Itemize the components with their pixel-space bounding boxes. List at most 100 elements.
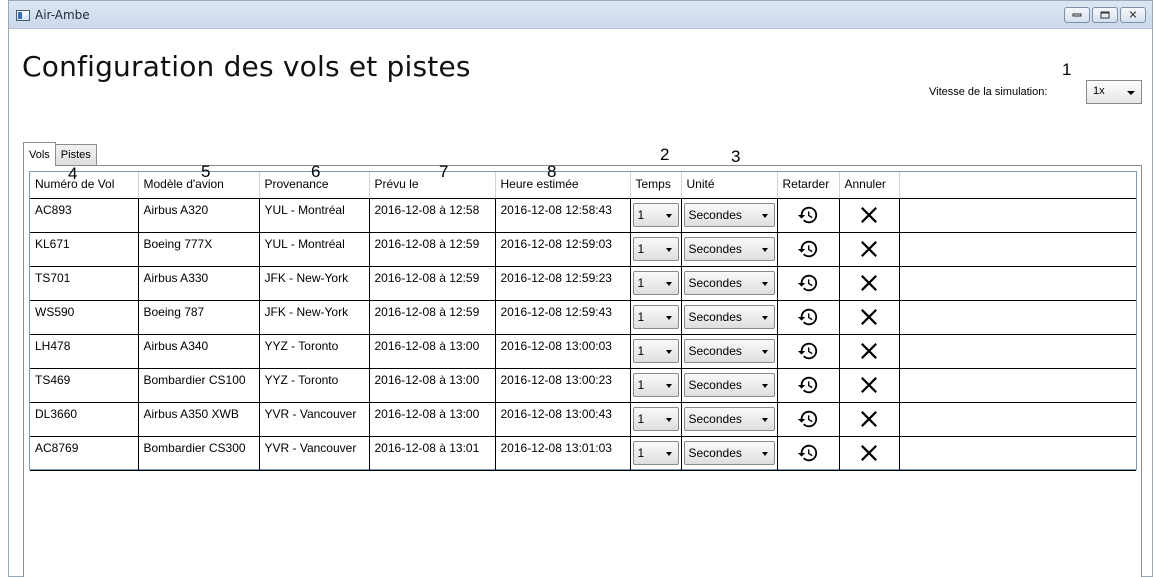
- cell-aircraft-model: Boeing 787: [138, 300, 260, 335]
- cell-cancel: [839, 436, 900, 471]
- time-select-value: 1: [637, 377, 645, 392]
- cell-flight-number: KL671: [30, 232, 139, 267]
- cell-unit: Secondes: [681, 436, 778, 471]
- close-x-icon[interactable]: [858, 444, 880, 467]
- cell-flight-number: AC8769: [30, 436, 139, 471]
- cell-delay: [777, 334, 840, 369]
- cell-cancel: [839, 368, 900, 403]
- time-select[interactable]: 1: [632, 270, 679, 295]
- cell-origin: YUL - Montréal: [259, 232, 370, 267]
- time-select[interactable]: 1: [632, 406, 679, 431]
- column-header-time[interactable]: Temps: [630, 172, 682, 199]
- close-x-icon[interactable]: [858, 410, 880, 433]
- simulation-speed-select[interactable]: 1x: [1086, 80, 1142, 104]
- cell-scheduled: 2016-12-08 à 13:00: [369, 402, 496, 437]
- cell-origin: YYZ - Toronto: [259, 368, 370, 403]
- cell-delay: [777, 300, 840, 335]
- history-icon[interactable]: [797, 206, 819, 229]
- app-icon: [16, 10, 30, 21]
- tab-pistes[interactable]: Pistes: [54, 144, 97, 166]
- column-header-filler: [899, 172, 1136, 199]
- chevron-down-icon: [761, 383, 768, 388]
- chevron-down-icon: [665, 247, 672, 252]
- close-x-icon[interactable]: [858, 206, 880, 229]
- close-x-icon[interactable]: [858, 376, 880, 399]
- column-header-aircraft-model[interactable]: Modèle d'avion: [138, 172, 260, 199]
- chevron-down-icon: [665, 451, 672, 456]
- history-icon[interactable]: [797, 376, 819, 399]
- time-select[interactable]: 1: [632, 338, 679, 363]
- cell-scheduled: 2016-12-08 à 13:00: [369, 368, 496, 403]
- unit-select[interactable]: Secondes: [683, 236, 775, 261]
- column-header-estimated-time[interactable]: Heure estimée: [495, 172, 631, 199]
- cell-scheduled: 2016-12-08 à 13:01: [369, 436, 496, 471]
- time-select-value: 1: [637, 207, 645, 222]
- time-select[interactable]: 1: [632, 304, 679, 329]
- cell-time: 1: [630, 198, 682, 233]
- annotation-8: 8: [547, 162, 557, 181]
- unit-select[interactable]: Secondes: [683, 440, 775, 465]
- close-button[interactable]: ✕: [1120, 7, 1146, 23]
- minimize-icon: [1072, 13, 1082, 17]
- cell-time: 1: [630, 436, 682, 471]
- cell-unit: Secondes: [681, 402, 778, 437]
- history-icon[interactable]: [797, 240, 819, 263]
- cell-aircraft-model: Bombardier CS300: [138, 436, 260, 471]
- simulation-speed-value: 1x: [1093, 85, 1105, 97]
- unit-select[interactable]: Secondes: [683, 406, 775, 431]
- unit-select[interactable]: Secondes: [683, 372, 775, 397]
- cell-time: 1: [630, 402, 682, 437]
- time-select-value: 1: [637, 309, 645, 324]
- cell-time: 1: [630, 368, 682, 403]
- cell-delay: [777, 232, 840, 267]
- column-header-scheduled[interactable]: Prévu le: [369, 172, 496, 199]
- cell-origin: JFK - New-York: [259, 266, 370, 301]
- history-icon[interactable]: [797, 308, 819, 331]
- close-x-icon[interactable]: [858, 240, 880, 263]
- history-icon[interactable]: [797, 342, 819, 365]
- cell-estimated-time: 2016-12-08 13:00:43: [495, 402, 631, 437]
- unit-select-value: Secondes: [688, 207, 742, 222]
- time-select[interactable]: 1: [632, 372, 679, 397]
- unit-select-value: Secondes: [688, 411, 742, 426]
- cell-delay: [777, 368, 840, 403]
- close-x-icon[interactable]: [858, 274, 880, 297]
- column-header-cancel[interactable]: Annuler: [839, 172, 900, 199]
- column-header-delay[interactable]: Retarder: [777, 172, 840, 199]
- history-icon[interactable]: [797, 444, 819, 467]
- cell-filler: [899, 334, 1136, 369]
- history-icon[interactable]: [797, 274, 819, 297]
- chevron-down-icon: [665, 281, 672, 286]
- cell-cancel: [839, 198, 900, 233]
- chevron-down-icon: [761, 315, 768, 320]
- minimize-button[interactable]: [1064, 7, 1090, 23]
- unit-select[interactable]: Secondes: [683, 202, 775, 227]
- close-x-icon[interactable]: [858, 342, 880, 365]
- time-select[interactable]: 1: [632, 202, 679, 227]
- unit-select-value: Secondes: [688, 309, 742, 324]
- cell-cancel: [839, 232, 900, 267]
- maximize-button[interactable]: [1092, 7, 1118, 23]
- cell-origin: JFK - New-York: [259, 300, 370, 335]
- cell-flight-number: DL3660: [30, 402, 139, 437]
- unit-select[interactable]: Secondes: [683, 304, 775, 329]
- cell-scheduled: 2016-12-08 à 12:58: [369, 198, 496, 233]
- column-header-unit[interactable]: Unité: [681, 172, 778, 199]
- time-select[interactable]: 1: [632, 440, 679, 465]
- unit-select-value: Secondes: [688, 275, 742, 290]
- chevron-down-icon: [761, 281, 768, 286]
- time-select[interactable]: 1: [632, 236, 679, 261]
- close-x-icon[interactable]: [858, 308, 880, 331]
- annotation-2: 2: [660, 145, 670, 164]
- column-header-flight-number[interactable]: Numéro de Vol: [30, 172, 139, 199]
- cell-time: 1: [630, 266, 682, 301]
- history-icon[interactable]: [797, 410, 819, 433]
- title-bar[interactable]: Air-Ambe ✕: [9, 1, 1152, 29]
- table-row: AC8769 Bombardier CS300 YVR - Vancouver 201…: [30, 436, 1136, 471]
- table-row: TS701 Airbus A330 JFK - New-York 2016-12-08…: [30, 266, 1136, 301]
- unit-select[interactable]: Secondes: [683, 338, 775, 363]
- tab-vols[interactable]: Vols: [23, 142, 56, 166]
- cell-time: 1: [630, 232, 682, 267]
- unit-select[interactable]: Secondes: [683, 270, 775, 295]
- chevron-down-icon: [761, 451, 768, 456]
